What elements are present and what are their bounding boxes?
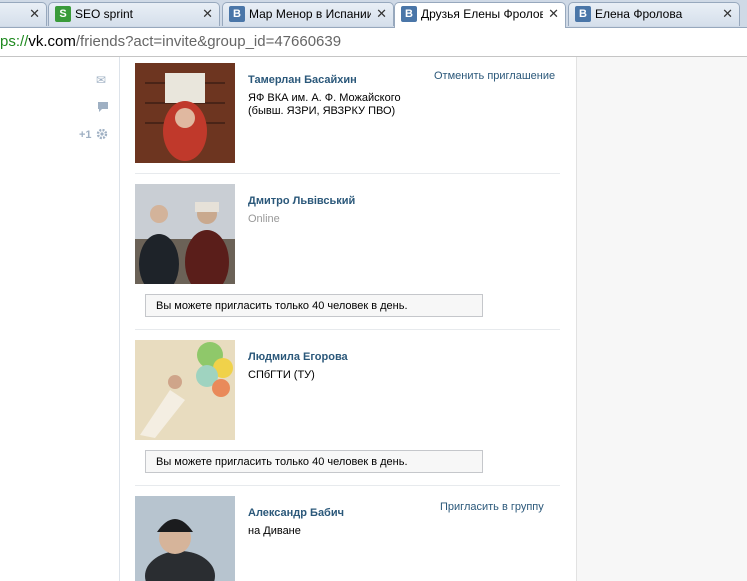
person-info: ЯФ ВКА им. А. Ф. Можайского (бывш. ЯЗРИ,… [248,92,401,117]
avatar[interactable] [135,184,235,284]
list-item: Тамерлан Басайхин ЯФ ВКА им. А. Ф. Можай… [135,63,560,163]
tab-close-icon[interactable]: ✕ [202,3,213,25]
tab-title: SEO sprint [75,7,134,21]
invite-limit-notice: Вы можете пригласить только 40 человек в… [145,450,483,473]
mail-icon[interactable]: ✉ [96,73,106,87]
tab-close-icon[interactable]: ✕ [376,3,387,25]
url-host: vk.com [28,33,76,50]
person-name[interactable]: Тамерлан Басайхин [248,74,357,86]
browser-tab-strip: ✕ S SEO sprint ✕ B Мар Менор в Испании, … [0,0,747,28]
person-name[interactable]: Людмила Егорова [248,351,348,363]
seo-sprint-favicon-icon: S [55,6,71,22]
person-name[interactable]: Александр Бабич [248,507,344,519]
tab-title: Елена Фролова [595,7,683,21]
tab-seo-sprint[interactable]: S SEO sprint ✕ [48,2,220,26]
avatar[interactable] [135,340,235,440]
tab-close-icon[interactable]: ✕ [548,3,559,25]
gear-icon[interactable] [96,128,108,143]
url-path: /friends?act=invite&group_id=47660639 [75,33,342,50]
tab-mar-menor[interactable]: B Мар Менор в Испании, ✕ [222,2,394,26]
tab-friends-elena[interactable]: B Друзья Елены Фролово ✕ [394,2,566,28]
person-name[interactable]: Дмитро Львівський [248,195,355,207]
invite-limit-notice: Вы можете пригласить только 40 человек в… [145,294,483,317]
left-sidebar: ✉ +1 [0,57,120,581]
list-item: Людмила Егорова СПбГТИ (ТУ) [135,340,560,440]
friends-invite-list: Тамерлан Басайхин ЯФ ВКА им. А. Ф. Можай… [120,57,576,581]
divider [135,329,560,330]
url-scheme: ps:// [0,33,29,50]
cancel-invitation-link[interactable]: Отменить приглашение [434,70,555,82]
tab-close-icon[interactable]: ✕ [722,3,733,25]
tab-title: Мар Менор в Испании, [249,7,371,21]
notification-count: +1 [79,129,92,141]
divider [135,173,560,174]
person-info: СПбГТИ (ТУ) [248,369,315,381]
avatar[interactable] [135,63,235,163]
tab-title: Друзья Елены Фролово [421,7,543,21]
online-status: Online [248,213,280,225]
address-bar[interactable]: ps://vk.com/friends?act=invite&group_id=… [0,28,747,57]
tab-elena-frolova[interactable]: B Елена Фролова ✕ [568,2,740,26]
tab-partial[interactable]: ✕ [0,2,47,26]
vk-favicon-icon: B [401,6,417,22]
vk-favicon-icon: B [229,6,245,22]
address-url[interactable]: ps://vk.com/friends?act=invite&group_id=… [0,33,341,50]
person-info: на Диване [248,525,301,537]
vk-favicon-icon: B [575,6,591,22]
list-item: Александр Бабич на Диване Пригласить в г… [135,496,560,581]
divider [135,485,560,486]
list-item: Дмитро Львівський Online [135,184,560,284]
tab-close-icon[interactable]: ✕ [29,3,40,25]
right-empty-panel [576,57,747,581]
comment-icon[interactable] [97,101,109,116]
invite-to-group-link[interactable]: Пригласить в группу [440,501,544,513]
avatar[interactable] [135,496,235,581]
